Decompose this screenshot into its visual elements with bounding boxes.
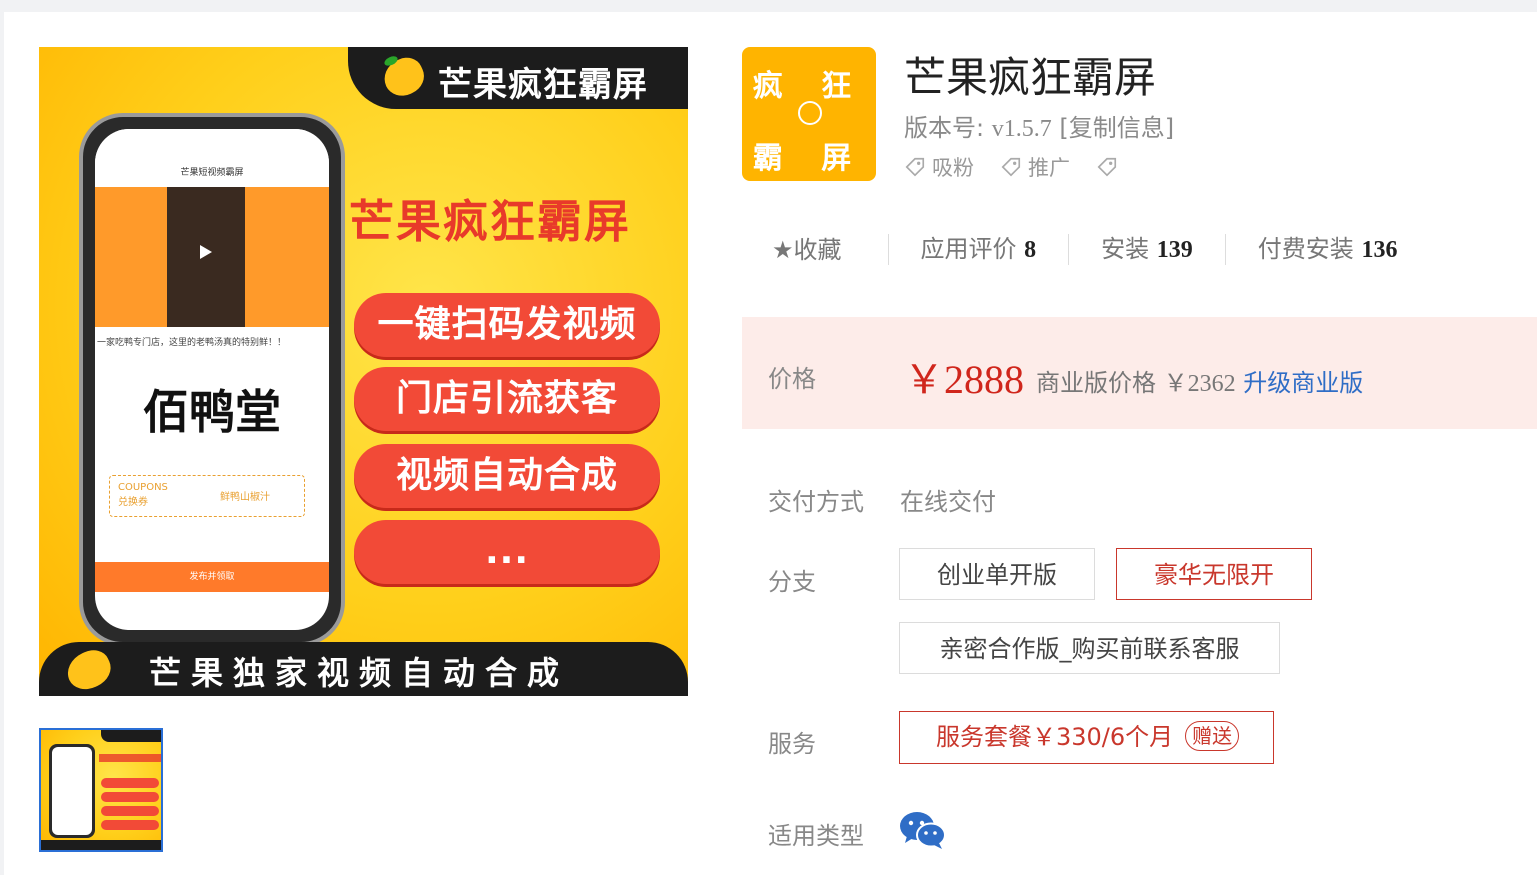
version-number: v1.5.7 — [991, 116, 1052, 142]
paid-installs-stat: 付费安装 136 — [1224, 234, 1430, 265]
thumbnail-title-bar — [99, 754, 161, 762]
hero-top-banner-text: 芒果疯狂霸屏 — [438, 65, 648, 105]
app-icon: 疯 狂 霸 屏 — [742, 47, 876, 181]
app-icon-text-top: 疯 狂 — [752, 69, 866, 104]
thumbnail-pill — [101, 820, 159, 830]
version-label: 版本号: — [904, 114, 985, 142]
version-row: 版本号: v1.5.7 [复制信息] — [904, 108, 1174, 143]
thumbnail-bottom-bar — [41, 840, 161, 850]
business-price-label: 商业版价格 — [1036, 369, 1156, 397]
delivery-label: 交付方式 — [768, 488, 864, 516]
coupon-right: 鲜鸭山椒汁 — [220, 492, 270, 503]
business-price: 商业版价格 ￥2362 升级商业版 — [1036, 363, 1363, 398]
play-icon — [167, 187, 245, 327]
tag-icon — [1097, 157, 1117, 177]
tag-item[interactable] — [1096, 156, 1124, 178]
tag-label: 吸粉 — [932, 156, 974, 180]
hero-feature-pill: 视频自动合成 — [354, 444, 660, 508]
tag-icon — [1001, 157, 1021, 177]
thumbnail-image[interactable] — [39, 728, 163, 852]
hero-feature-pill: 一键扫码发视频 — [354, 293, 660, 357]
favorite-button[interactable]: ★收藏 — [772, 235, 888, 265]
tag-item[interactable]: 吸粉 — [904, 152, 974, 182]
thumbnail-pill — [101, 806, 159, 816]
hero-bottom-banner: 芒果独家视频自动合成 — [39, 642, 688, 696]
phone-header: 芒果短视频霸屏 — [95, 129, 329, 187]
installs-value: 139 — [1156, 237, 1193, 263]
service-label: 服务 — [768, 730, 816, 758]
store-logo: 佰鸭堂 — [143, 385, 281, 439]
mango-icon — [378, 52, 430, 102]
product-main-image[interactable]: 芒果疯狂霸屏 芒果疯狂霸屏 一键扫码发视频 门店引流获客 视频自动合成 ... … — [39, 47, 688, 696]
installs-label: 安装 — [1101, 235, 1150, 263]
hero-title: 芒果疯狂霸屏 — [349, 195, 632, 248]
branch-label: 分支 — [768, 568, 816, 596]
stats-bar: ★收藏 应用评价 8 安装 139 付费安装 136 — [772, 234, 1429, 265]
hero-top-banner: 芒果疯狂霸屏 — [348, 47, 688, 109]
rating-value: 8 — [1024, 237, 1037, 263]
business-price-value: ￥2362 — [1163, 371, 1236, 397]
branch-option[interactable]: 创业单开版 — [899, 548, 1095, 600]
phone-screen: 芒果短视频霸屏 一家吃鸭专门店，这里的老鸭汤真的特别鲜！！ 佰鸭堂 COUPON… — [95, 129, 329, 630]
mango-icon — [61, 644, 117, 696]
gift-badge: 赠送 — [1185, 721, 1240, 751]
hero-bottom-banner-text: 芒果独家视频自动合成 — [149, 654, 570, 692]
tag-item[interactable]: 推广 — [1000, 152, 1070, 182]
phone-caption: 一家吃鸭专门店，这里的老鸭汤真的特别鲜！！ — [97, 338, 287, 348]
upgrade-business-link[interactable]: 升级商业版 — [1243, 369, 1363, 397]
price-label: 价格 — [768, 365, 816, 393]
branch-option-selected[interactable]: 豪华无限开 — [1116, 548, 1312, 600]
thumbnail-phone — [49, 744, 95, 838]
service-value: 服务套餐￥330/6个月 — [936, 723, 1174, 751]
tag-list: 吸粉 推广 — [904, 152, 1124, 182]
thumbnail-pill — [101, 778, 159, 788]
app-name: 芒果疯狂霸屏 — [904, 54, 1157, 101]
phone-video — [95, 187, 329, 327]
delivery-value: 在线交付 — [900, 488, 996, 516]
phone-publish-button: 发布并领取 — [95, 562, 329, 592]
type-label: 适用类型 — [768, 822, 864, 850]
app-icon-text-bottom: 霸 屏 — [752, 141, 866, 176]
copy-info-link[interactable]: [复制信息] — [1059, 114, 1174, 142]
service-option[interactable]: 服务套餐￥330/6个月 赠送 — [899, 711, 1274, 764]
rating-stat[interactable]: 应用评价 8 — [887, 234, 1069, 265]
mango-icon — [798, 101, 822, 125]
paid-installs-label: 付费安装 — [1257, 235, 1354, 263]
price-value: ￥2888 — [904, 357, 1024, 402]
thumbnail-pill — [101, 792, 159, 802]
tag-label: 推广 — [1028, 156, 1070, 180]
hero-feature-pill: ... — [354, 520, 660, 584]
branch-option[interactable]: 亲密合作版_购买前联系客服 — [899, 622, 1280, 674]
paid-installs-value: 136 — [1361, 237, 1398, 263]
thumbnail-top-bar — [101, 730, 161, 742]
phone-mockup: 芒果短视频霸屏 一家吃鸭专门店，这里的老鸭汤真的特别鲜！！ 佰鸭堂 COUPON… — [79, 113, 345, 646]
wechat-icon — [900, 812, 946, 849]
coupon: COUPONS 兑换券 鲜鸭山椒汁 — [109, 475, 305, 517]
installs-stat: 安装 139 — [1068, 234, 1225, 265]
hero-feature-pill: 门店引流获客 — [354, 367, 660, 431]
rating-label: 应用评价 — [920, 235, 1017, 263]
tag-icon — [905, 157, 925, 177]
price-panel: 价格 ￥2888 商业版价格 ￥2362 升级商业版 — [742, 317, 1537, 429]
